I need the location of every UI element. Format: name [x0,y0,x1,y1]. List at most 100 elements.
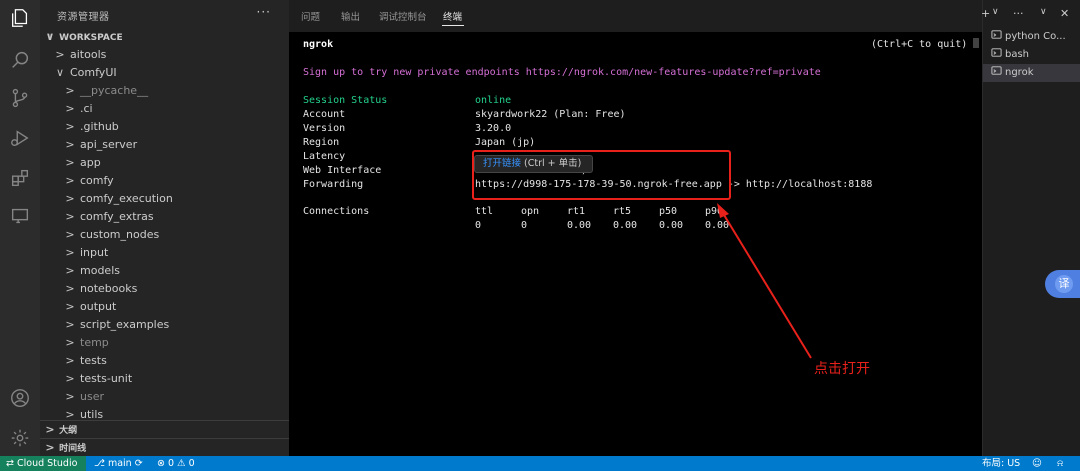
chevron-down-icon: ∨ [55,66,65,79]
tree-item-label: .ci [80,102,93,115]
tree-item-label: comfy_execution [80,192,173,205]
tree-item-label: models [80,264,120,277]
remote-indicator[interactable]: ⇄ Cloud Studio [0,456,86,471]
feedback-icon[interactable]: ☺ [1032,456,1042,471]
chevron-right-icon: > [65,102,75,115]
keyboard-layout[interactable]: 布局: US [982,456,1020,471]
terminal-instance[interactable]: ngrok [983,64,1080,82]
terminal-list: + ∨ ··· ∨ ✕ python Co... bash ngrok [981,0,1080,456]
source-control-icon[interactable] [8,86,32,110]
timeline-section[interactable]: > 时间线 [40,439,289,456]
chevron-right-icon: > [65,336,75,349]
translate-icon: 译 [1055,275,1073,293]
tree-item[interactable]: > output [40,298,289,316]
branch-icon: ⎇ [94,458,108,469]
chevron-right-icon: > [65,372,75,385]
tree-item[interactable]: > comfy [40,172,289,190]
tree-item-label: temp [80,336,109,349]
tree-item-label: custom_nodes [80,228,160,241]
account-icon[interactable] [8,386,32,410]
settings-gear-icon[interactable] [8,426,32,450]
chevron-right-icon: > [65,354,75,367]
tree-item[interactable]: ∨ ComfyUI [40,64,289,82]
problems-indicator[interactable]: ⊗ 0 ⚠ 0 [157,456,195,471]
tree-item-label: app [80,156,101,169]
tree-item[interactable]: > input [40,244,289,262]
status-bar: ⇄ Cloud Studio ⎇ main ⟳ ⊗ 0 ⚠ 0 布局: US ☺… [0,456,1080,471]
workspace-label: WORKSPACE [59,33,123,43]
chevron-right-icon: > [45,441,55,454]
terminal-panel: 问题 输出 调试控制台 终端 ngrok (Ctrl+C to quit) Si… [289,0,982,456]
run-debug-icon[interactable] [8,126,32,150]
terminal-instance[interactable]: python Co... [983,28,1080,46]
more-actions-icon[interactable]: ··· [1013,7,1024,20]
tree-item[interactable]: > models [40,262,289,280]
terminal-instance-label: python Co... [1005,31,1066,42]
tree-item[interactable]: > api_server [40,136,289,154]
chevron-right-icon: > [65,192,75,205]
tree-item-label: __pycache__ [80,84,149,97]
chevron-right-icon: > [65,264,75,277]
chevron-right-icon: > [65,282,75,295]
terminal-icon [991,66,1002,75]
chevron-right-icon: > [55,48,65,61]
explorer-icon[interactable] [8,6,32,30]
tree-item[interactable]: > user [40,388,289,406]
new-terminal-icon[interactable]: + [981,7,990,20]
chevron-right-icon: > [65,156,75,169]
terminal-icon [991,30,1002,39]
tree-item-label: comfy_extras [80,210,154,223]
extensions-icon[interactable] [8,166,32,190]
branch-label: main [107,458,132,469]
outline-label: 大纲 [59,426,78,436]
tree-item[interactable]: > tests-unit [40,370,289,388]
tree-item[interactable]: > comfy_execution [40,190,289,208]
tree-item[interactable]: > tests [40,352,289,370]
chevron-right-icon: > [65,390,75,403]
terminal-icon [991,48,1002,57]
tree-item[interactable]: > .ci [40,100,289,118]
tree-item-label: output [80,300,117,313]
remote-explorer-icon[interactable] [8,204,32,228]
maximize-panel-icon[interactable]: ∨ [1040,7,1047,17]
terminal-actions: + ∨ ··· ∨ ✕ [981,7,1080,23]
terminal-scrollbar[interactable] [973,38,979,48]
tree-item[interactable]: > aitools [40,46,289,64]
chevron-right-icon: > [65,138,75,151]
remote-icon: ⇄ [6,458,17,469]
explorer-title: 资源管理器 [57,12,110,23]
terminal-instance-label: ngrok [1005,67,1034,78]
tree-item[interactable]: > comfy_extras [40,208,289,226]
tree-item[interactable]: > __pycache__ [40,82,289,100]
tree-item[interactable]: > app [40,154,289,172]
search-icon[interactable] [8,48,32,72]
workspace-header[interactable]: ∨ WORKSPACE [40,28,289,46]
close-panel-icon[interactable]: ✕ [1060,7,1069,20]
chevron-down-icon[interactable]: ∨ [992,7,999,17]
remote-label: Cloud Studio [16,458,78,469]
chevron-right-icon: > [65,174,75,187]
terminal-instance[interactable]: bash [983,46,1080,64]
tree-item-label: tests-unit [80,372,133,385]
activity-bar [0,0,40,456]
chevron-right-icon: > [65,300,75,313]
git-branch[interactable]: ⎇ main ⟳ [94,456,143,471]
tree-item[interactable]: > custom_nodes [40,226,289,244]
tree-item-label: ComfyUI [70,66,117,79]
chevron-right-icon: > [65,246,75,259]
sync-icon[interactable]: ⟳ [135,458,143,469]
tree-item[interactable]: > script_examples [40,316,289,334]
translate-button[interactable]: 译 [1045,270,1080,298]
tree-item[interactable]: > .github [40,118,289,136]
notifications-bell-icon[interactable]: ⍾ [1057,456,1063,471]
timeline-label: 时间线 [59,444,87,454]
outline-section[interactable]: > 大纲 [40,421,289,439]
tree-item[interactable]: > notebooks [40,280,289,298]
tree-item-label: user [80,390,104,403]
tree-item[interactable]: > temp [40,334,289,352]
tree-item-label: comfy [80,174,114,187]
more-actions-icon[interactable]: ··· [257,5,271,19]
tree-item-label: .github [80,120,119,133]
annotation-text: 点击打开 [814,361,870,377]
tree-item-label: notebooks [80,282,138,295]
